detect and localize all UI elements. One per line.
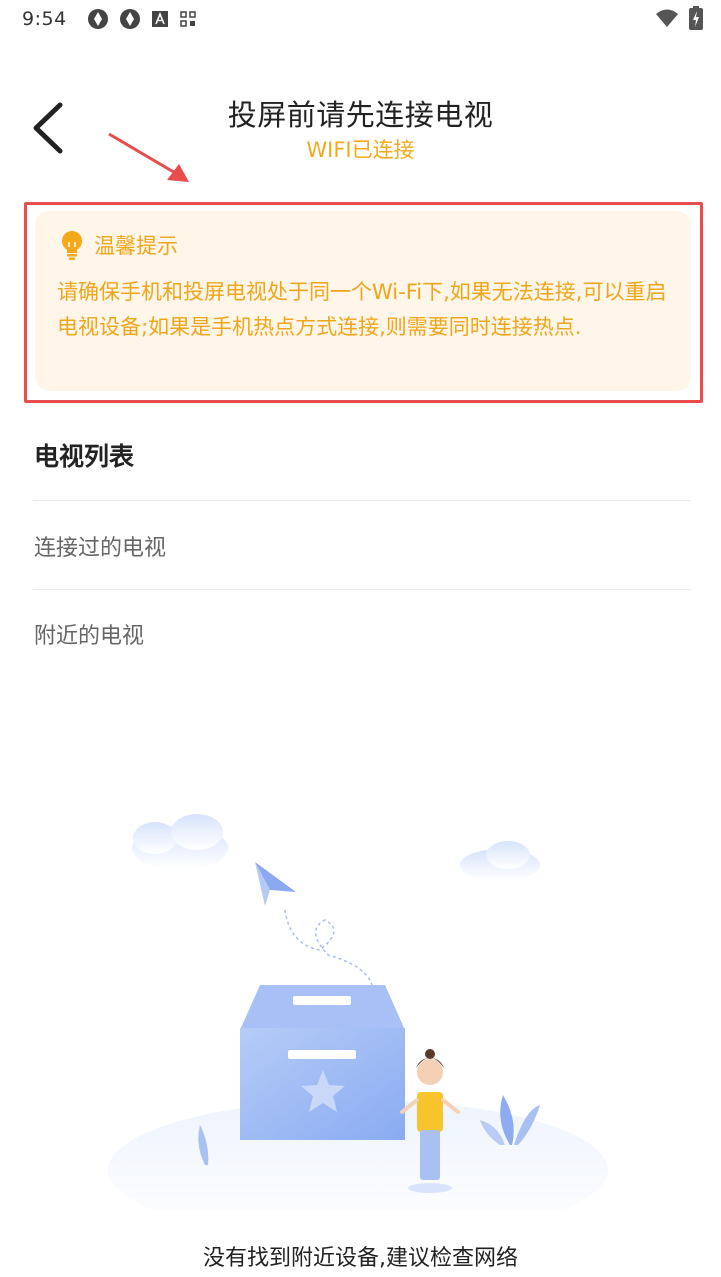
paper-plane-icon — [255, 862, 296, 906]
cloud-icon — [132, 814, 228, 870]
divider — [33, 500, 691, 501]
empty-state-message: 没有找到附近设备,建议检查网络 — [203, 1246, 518, 1271]
tip-header: 温馨提示 — [60, 230, 178, 260]
box-icon — [240, 985, 405, 1140]
cloud-icon-2 — [460, 841, 540, 881]
lightbulb-icon — [62, 231, 82, 260]
battery-icon — [689, 6, 703, 30]
tip-body: 请确保手机和投屏电视处于同一个Wi-Fi下,如果无法连接,可以重启电视设备;如果… — [57, 280, 667, 339]
wifi-icon — [656, 9, 678, 27]
tv-list-title: 电视列表 — [34, 442, 135, 471]
annotation-arrow-icon — [108, 132, 189, 182]
status-bar: 9:54 — [0, 0, 721, 38]
status-time: 9:54 — [22, 8, 67, 30]
tip-title: 温馨提示 — [94, 234, 178, 258]
nearby-tvs-item[interactable]: 附近的电视 — [34, 604, 691, 664]
connected-tvs-item[interactable]: 连接过的电视 — [34, 516, 691, 576]
text-notification-icon — [151, 11, 168, 27]
divider — [33, 589, 691, 590]
system-icons — [655, 6, 703, 30]
screen: 9:54 投屏前请先连接电视 WIFI已连接 温馨提示 请确保手机和投屏电视处于… — [0, 0, 721, 1277]
qr-notification-icon — [179, 11, 196, 27]
app-notification-icon-2 — [119, 9, 140, 29]
app-notification-icon — [87, 9, 108, 29]
notification-icons — [87, 8, 197, 30]
empty-state-illustration — [108, 814, 608, 1210]
page-title: 投屏前请先连接电视 — [227, 98, 494, 132]
